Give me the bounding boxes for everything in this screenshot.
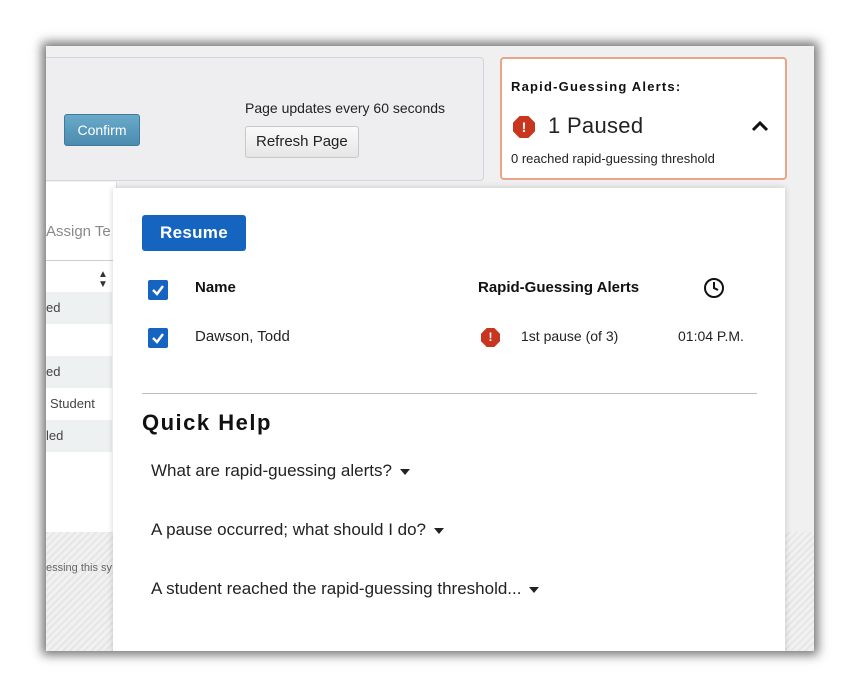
row-checkbox[interactable] (148, 328, 168, 348)
alert-status: 1st pause (of 3) (521, 328, 619, 344)
quick-help-title: Quick Help (142, 410, 272, 435)
caret-down-icon (434, 527, 445, 534)
alert-time: 01:04 P.M. (678, 328, 744, 344)
rapid-guessing-alerts-toggle[interactable]: Rapid-Guessing Alerts: ! 1 Paused 0 reac… (500, 57, 787, 180)
divider (46, 260, 116, 261)
quick-help-item[interactable]: What are rapid-guessing alerts? (151, 461, 410, 481)
list-item (46, 324, 112, 356)
select-all-checkbox[interactable] (148, 280, 168, 300)
alerts-dropdown-panel: Resume Name Rapid-Guessing Alerts Dawson… (113, 188, 785, 651)
list-item: ed (46, 292, 112, 324)
clock-icon (704, 278, 724, 298)
paused-count: 1 Paused (548, 113, 644, 138)
divider (142, 393, 757, 394)
threshold-text: 0 reached rapid-guessing threshold (511, 151, 715, 166)
alert-exclamation-icon: ! (513, 116, 535, 138)
list-item: led (46, 420, 112, 452)
page-updates-text: Page updates every 60 seconds (245, 100, 446, 116)
alerts-title: Rapid-Guessing Alerts: (511, 79, 682, 94)
column-header-name: Name (195, 279, 236, 296)
refresh-page-button[interactable]: Refresh Page (245, 126, 359, 158)
chevron-up-icon[interactable] (751, 119, 769, 133)
quick-help-label: A student reached the rapid-guessing thr… (151, 579, 522, 598)
quick-help-item[interactable]: A pause occurred; what should I do? (151, 520, 445, 540)
sort-icon[interactable]: ▲ ▼ (98, 270, 108, 290)
student-list-panel: Assign Te ▲ ▼ ed ed Student led (46, 182, 117, 532)
list-item: Student (50, 396, 95, 411)
confirm-button[interactable]: Confirm (64, 114, 140, 146)
top-toolbar: Confirm Page updates every 60 seconds Re… (46, 57, 484, 181)
caret-down-icon (529, 586, 540, 593)
app-window: essing this sy Confirm Page updates ever… (46, 46, 814, 651)
student-name: Dawson, Todd (195, 328, 290, 345)
list-item: ed (46, 356, 112, 388)
resume-button[interactable]: Resume (142, 215, 246, 251)
checkmark-icon (152, 333, 164, 344)
assign-test-button[interactable]: Assign Te (46, 223, 111, 240)
quick-help-label: What are rapid-guessing alerts? (151, 461, 392, 480)
quick-help-label: A pause occurred; what should I do? (151, 520, 427, 539)
caret-down-icon (399, 468, 410, 475)
footer-text: essing this sy (46, 562, 113, 574)
checkmark-icon (152, 285, 164, 296)
quick-help-item[interactable]: A student reached the rapid-guessing thr… (151, 579, 540, 599)
column-header-alerts: Rapid-Guessing Alerts (478, 279, 640, 296)
alert-exclamation-icon: ! (481, 328, 500, 347)
